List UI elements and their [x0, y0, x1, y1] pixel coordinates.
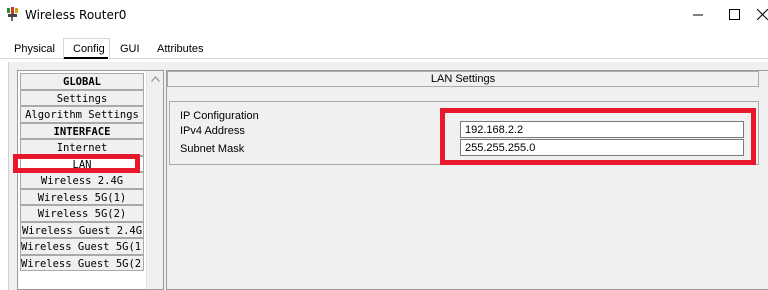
close-button[interactable] [740, 0, 768, 30]
sidebar-item-lan[interactable]: LAN [20, 155, 144, 172]
section-title: IP Configuration [180, 110, 259, 122]
sidebar-item-wireless-guest-5g-2[interactable]: Wireless Guest 5G(2) [20, 254, 144, 271]
ip-configuration-group: IP Configuration IPv4 Address Subnet Mas… [169, 101, 759, 165]
sidebar-item-internet[interactable]: Internet [20, 139, 144, 156]
sidebar-scrollbar[interactable] [146, 71, 163, 289]
config-content: GLOBAL Settings Algorithm Settings INTER… [8, 62, 768, 290]
ipv4-address-input[interactable] [460, 121, 744, 138]
panel-title: LAN Settings [167, 71, 759, 87]
window-title: Wireless Router0 [25, 8, 127, 22]
active-tab-underline [64, 57, 108, 59]
sidebar-item-wireless-2-4g[interactable]: Wireless 2.4G [20, 172, 144, 189]
lan-settings-panel: LAN Settings IP Configuration IPv4 Addre… [166, 70, 768, 290]
tab-gui[interactable]: GUI [120, 43, 140, 55]
sidebar-item-algorithm-settings[interactable]: Algorithm Settings [20, 106, 144, 123]
tab-attributes[interactable]: Attributes [157, 43, 203, 55]
tab-bar: Physical Config GUI Attributes [0, 30, 768, 60]
sidebar-list: GLOBAL Settings Algorithm Settings INTER… [20, 73, 144, 271]
sidebar-header-interface: INTERFACE [20, 122, 144, 139]
title-bar: Wireless Router0 [0, 0, 768, 30]
sidebar-item-wireless-guest-5g-1[interactable]: Wireless Guest 5G(1) [20, 238, 144, 255]
subnet-mask-input[interactable] [460, 139, 744, 156]
tab-physical[interactable]: Physical [14, 43, 55, 55]
minimize-icon [693, 14, 703, 16]
sidebar-item-wireless-guest-2-4g[interactable]: Wireless Guest 2.4G [20, 221, 144, 238]
sidebar: GLOBAL Settings Algorithm Settings INTER… [17, 70, 164, 290]
sidebar-item-wireless-5g-1[interactable]: Wireless 5G(1) [20, 188, 144, 205]
subnet-label: Subnet Mask [180, 143, 245, 155]
sidebar-header-global: GLOBAL [20, 73, 144, 90]
chevron-up-icon [151, 76, 160, 82]
sidebar-item-settings[interactable]: Settings [20, 89, 144, 106]
close-icon [757, 9, 768, 20]
ipv4-label: IPv4 Address [180, 125, 245, 137]
router-app-icon [6, 7, 19, 21]
scroll-up-button[interactable] [147, 71, 164, 87]
maximize-icon [729, 9, 740, 20]
sidebar-item-wireless-5g-2[interactable]: Wireless 5G(2) [20, 205, 144, 222]
tab-config[interactable]: Config [73, 43, 105, 55]
